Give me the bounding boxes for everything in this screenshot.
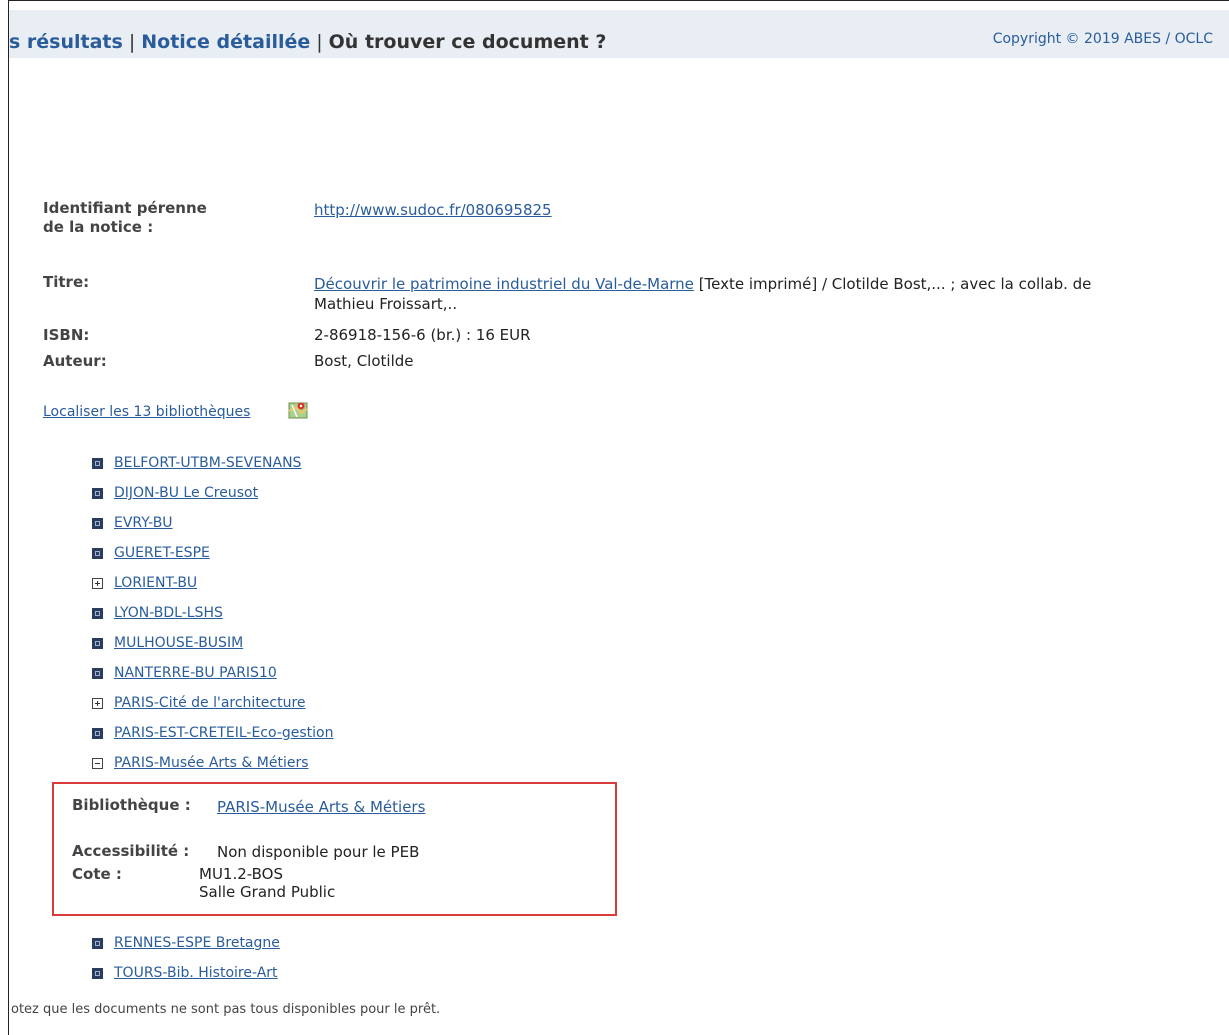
window-frame [8,0,1229,8]
identifier-label: Identifiant pérenne de la notice : [43,199,207,237]
library-link[interactable]: LYON-BDL-LSHS [114,605,223,621]
library-value-link[interactable]: PARIS-Musée Arts & Métiers [217,798,425,816]
expand-icon[interactable] [92,458,103,469]
expand-icon[interactable] [92,578,103,589]
library-link[interactable]: LORIENT-BU [114,575,197,591]
identifier-label-line-1: Identifiant pérenne [43,199,207,217]
cote-value-line-1: MU1.2-BOS [199,865,284,883]
expand-icon[interactable] [92,968,103,979]
localiser-link[interactable]: Localiser les 13 bibliothèques [43,404,250,420]
title-rest: [Texte imprimé] / Clotilde Bost,... ; av… [693,275,1092,293]
cote-value-line-2: Salle Grand Public [199,883,336,901]
accessibility-label: Accessibilité : [72,842,190,860]
breadcrumb-nav: s résultats | Notice détaillée | Où trouver … [9,31,606,53]
library-link[interactable]: PARIS-EST-CRETEIL-Eco-gestion [114,725,333,741]
expand-icon[interactable] [92,698,103,709]
library-link[interactable]: PARIS-Musée Arts & Métiers [114,755,309,771]
title-label: Titre: [43,273,90,291]
library-link[interactable]: GUERET-ESPE [114,545,210,561]
title-rest-line-2: Mathieu Froissart,.. [314,295,458,313]
cote-label: Cote : [72,865,122,883]
identifier-link[interactable]: http://www.sudoc.fr/080695825 [314,201,552,219]
expand-icon[interactable] [92,668,103,679]
library-link[interactable]: NANTERRE-BU PARIS10 [114,665,277,681]
library-label: Bibliothèque : [72,796,191,814]
expand-icon[interactable] [92,518,103,529]
library-link[interactable]: RENNES-ESPE Bretagne [114,935,280,951]
identifier-value: http://www.sudoc.fr/080695825 [314,200,552,220]
author-label: Auteur: [43,352,107,370]
title-link[interactable]: Découvrir le patrimoine industriel du Va… [314,275,694,293]
nav-current-page: Où trouver ce document ? [328,31,607,53]
footer-note: otez que les documents ne sont pas tous … [11,1002,441,1017]
library-link[interactable]: MULHOUSE-BUSIM [114,635,243,651]
library-link[interactable]: EVRY-BU [114,515,173,531]
isbn-label: ISBN: [43,326,90,344]
author-value: Bost, Clotilde [314,352,414,370]
copyright-text: Copyright © 2019 ABES / OCLC [992,31,1213,47]
identifier-label-line-2: de la notice : [43,218,154,236]
expand-icon[interactable] [92,548,103,559]
isbn-value: 2-86918-156-6 (br.) : 16 EUR [314,326,531,344]
nav-separator: | [316,31,323,53]
cote-value: MU1.2-BOS Salle Grand Public [199,865,335,901]
collapse-icon[interactable] [92,758,103,769]
expand-icon[interactable] [92,638,103,649]
left-border [8,0,9,1035]
library-link[interactable]: PARIS-Cité de l'architecture [114,695,306,711]
library-link[interactable]: DIJON-BU Le Creusot [114,485,258,501]
expand-icon[interactable] [92,938,103,949]
library-link[interactable]: TOURS-Bib. Histoire-Art [114,965,278,981]
library-link[interactable]: BELFORT-UTBM-SEVENANS [114,455,301,471]
expand-icon[interactable] [92,728,103,739]
header-bar: s résultats | Notice détaillée | Où trouver … [9,10,1229,58]
expand-icon[interactable] [92,488,103,499]
library-detail-box: Bibliothèque : PARIS-Musée Arts & Métier… [52,782,617,916]
accessibility-value: Non disponible pour le PEB [217,843,420,861]
nav-separator: | [128,31,136,53]
map-icon[interactable] [288,401,308,419]
nav-results-link[interactable]: s résultats [9,31,123,53]
title-value: Découvrir le patrimoine industriel du Va… [314,274,1214,314]
expand-icon[interactable] [92,608,103,619]
nav-detail-link[interactable]: Notice détaillée [141,31,310,53]
